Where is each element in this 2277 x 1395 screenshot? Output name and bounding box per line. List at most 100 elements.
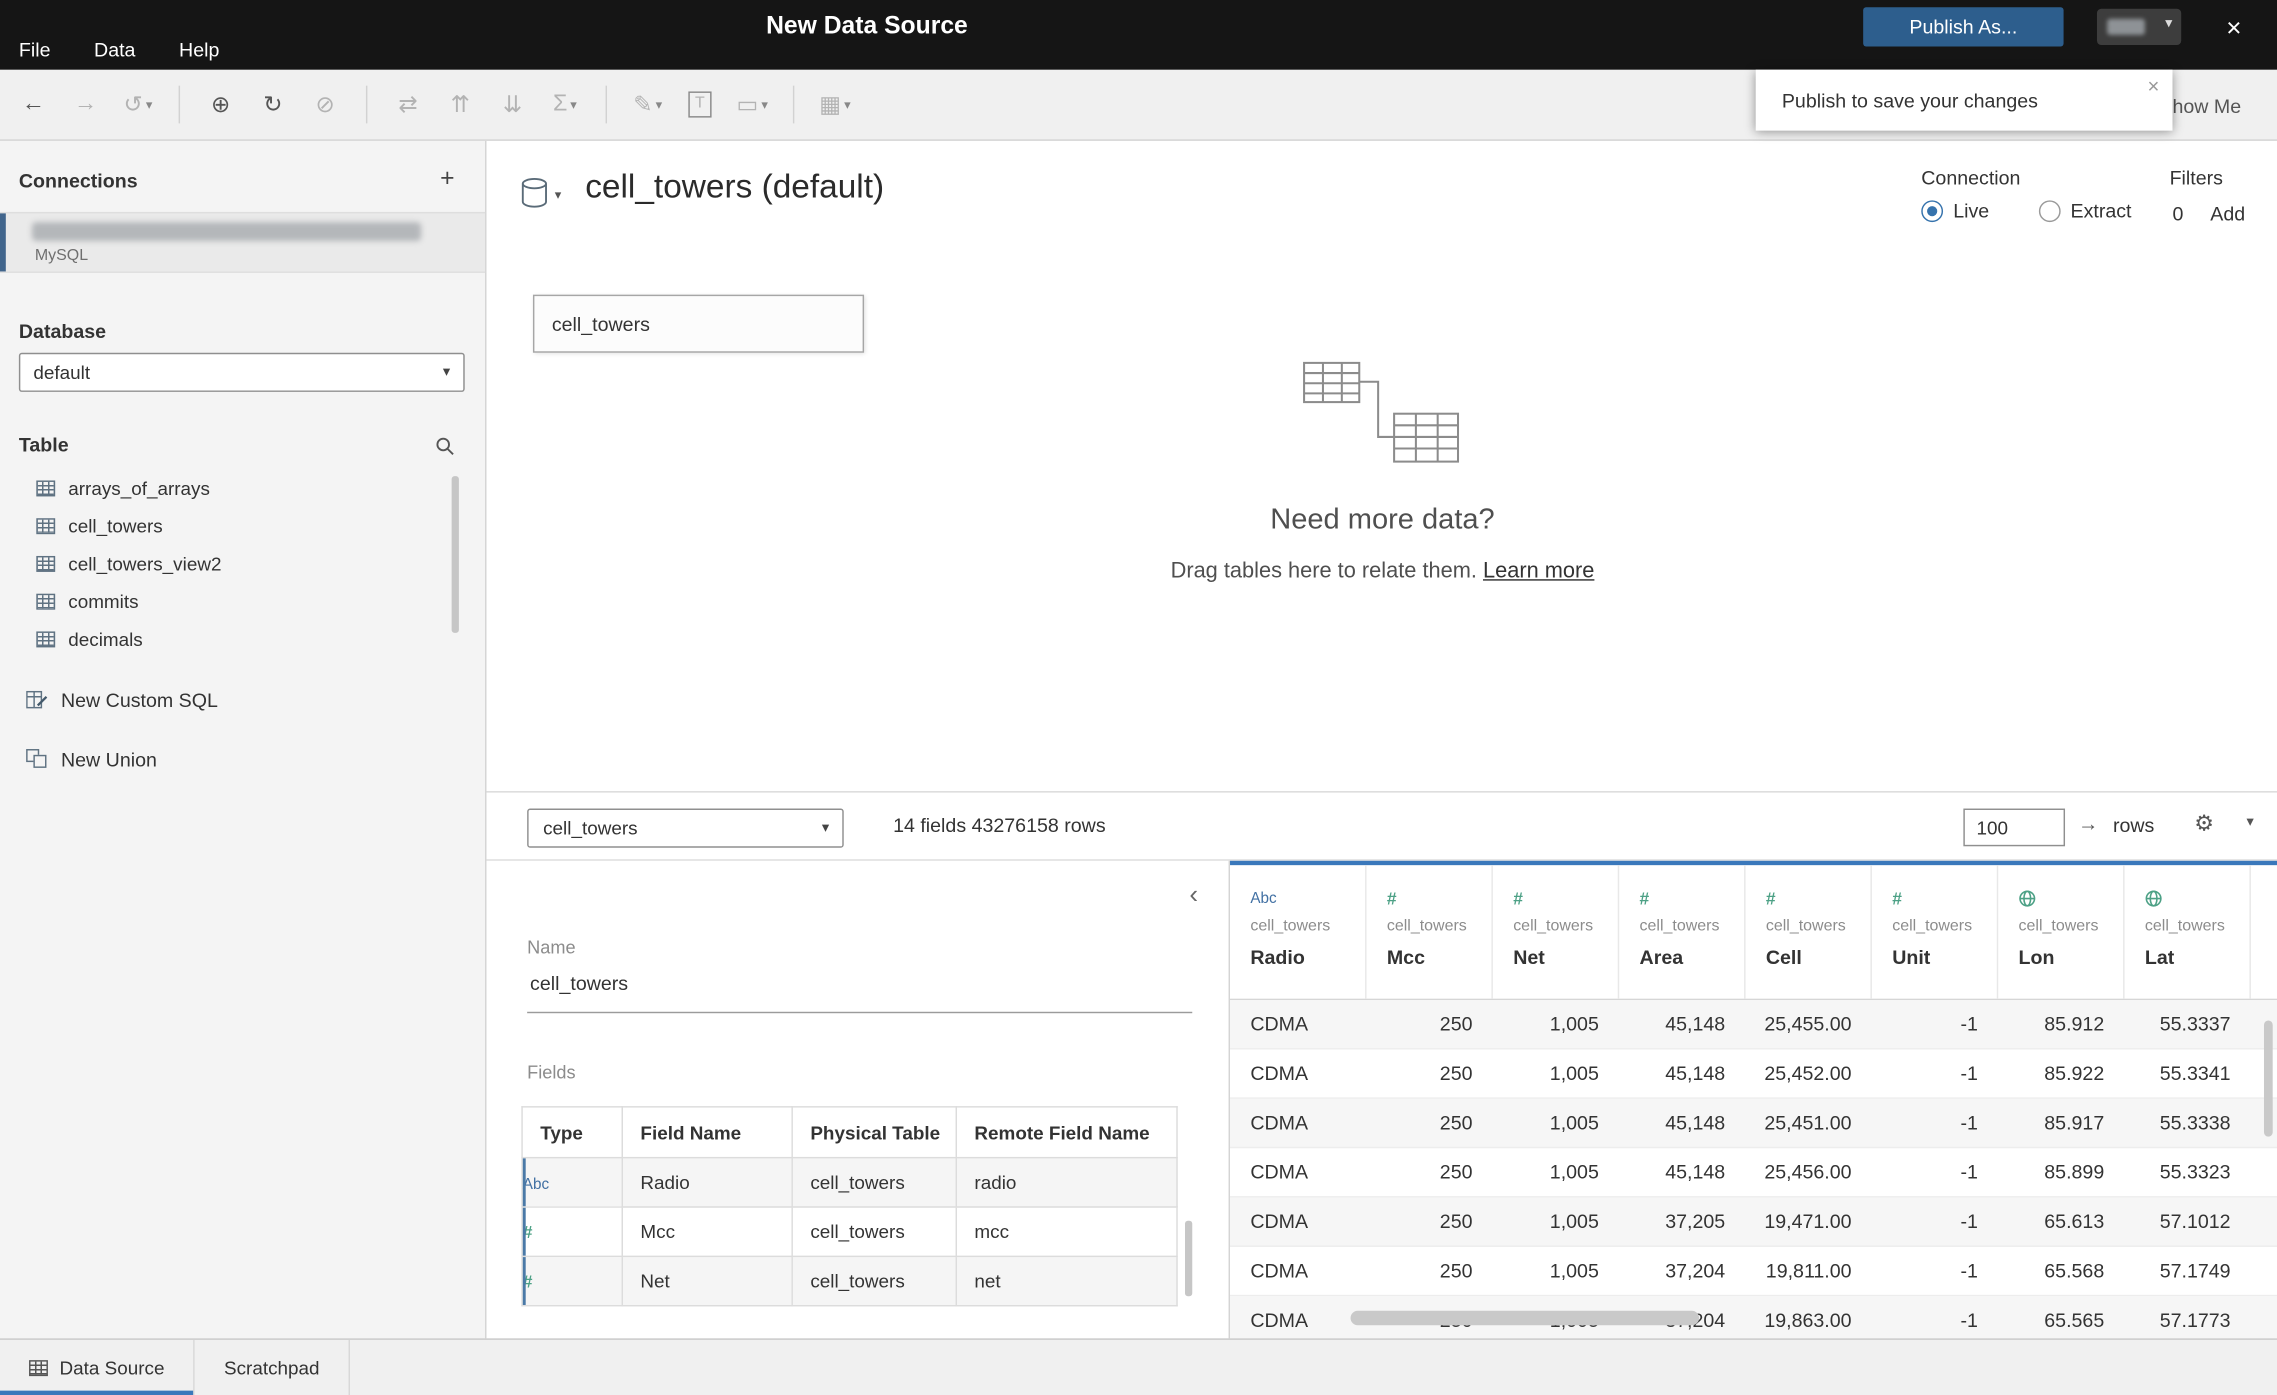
fields-row-net[interactable]: # Net cell_towers net — [521, 1255, 1178, 1307]
tab-data-source[interactable]: Data Source — [0, 1339, 195, 1395]
filters-add-link[interactable]: Add — [2210, 203, 2245, 225]
number-type-icon: # — [522, 1271, 533, 1292]
caret-down-icon: ▾ — [442, 364, 451, 381]
apply-row-limit-icon[interactable]: → — [2078, 811, 2098, 834]
menu-data[interactable]: Data — [94, 39, 135, 61]
row-limit-input[interactable] — [1963, 808, 2066, 847]
search-icon[interactable] — [436, 437, 455, 456]
publish-as-button[interactable]: Publish As... — [1863, 7, 2064, 47]
grid-cell: 1,005 — [1549, 1259, 1599, 1282]
grid-cell: 85.917 — [2044, 1111, 2105, 1134]
database-select[interactable]: default ▾ — [18, 352, 465, 392]
grid-cell: 1,005 — [1549, 1062, 1599, 1085]
gear-icon[interactable]: ⚙ — [2194, 810, 2214, 836]
sort-ascending-icon[interactable]: ⇈ — [439, 81, 483, 127]
new-data-source-icon[interactable]: ⊕ — [199, 81, 243, 127]
replay-icon[interactable]: ↺ ▾ — [116, 81, 160, 127]
grid-column-header-lon[interactable]: cell_towers Lon — [1998, 865, 2125, 999]
menu-file[interactable]: File — [19, 39, 51, 61]
remote-field-cell: net — [955, 1255, 1178, 1307]
grid-column-header-lat[interactable]: cell_towers Lat — [2125, 865, 2251, 999]
grid-cell: 19,811.00 — [1765, 1259, 1852, 1282]
name-value-field[interactable]: cell_towers — [530, 973, 628, 995]
filters-count: 0 — [2172, 203, 2184, 225]
grid-vertical-scrollbar[interactable] — [2263, 1020, 2273, 1137]
caret-down-icon: ▾ — [655, 96, 663, 112]
fields-rows-summary: 14 fields 43276158 rows — [893, 814, 1106, 837]
toolbar-divider — [178, 85, 181, 124]
grid-horizontal-scrollbar[interactable] — [1350, 1310, 1700, 1326]
sidebar-table-item-cell_towers_view2[interactable]: cell_towers_view2 — [0, 544, 485, 582]
sidebar-table-item-commits[interactable]: commits — [0, 582, 485, 620]
grid-column-table-label: cell_towers — [1513, 917, 1594, 935]
grid-column-header-radio[interactable]: Abc cell_towers Radio — [1230, 865, 1367, 999]
app-window: File Data Help New Data Source Publish As.… — [0, 0, 2277, 1395]
preview-toolbar: cell_towers ▾ 14 fields 43276158 rows → … — [486, 791, 2277, 861]
connection-item[interactable]: MySQL — [0, 211, 486, 273]
grid-column-header-cell[interactable]: # cell_towers Cell — [1746, 865, 1872, 999]
close-window-button[interactable]: × — [2226, 15, 2241, 41]
swap-rows-columns-icon[interactable]: ⇄ — [386, 81, 430, 127]
grid-cell: 250 — [1439, 1013, 1473, 1035]
collapse-panel-icon[interactable]: ‹ — [1189, 881, 1198, 907]
undo-icon[interactable]: ← — [12, 81, 56, 127]
table-icon — [36, 479, 56, 496]
datasource-grid-icon — [29, 1359, 48, 1376]
grid-row: CDMA 250 1,005 37,204 19,811.00 -1 65.568 57.17… — [1230, 1247, 2277, 1297]
number-type-icon: # — [522, 1222, 533, 1243]
cancel-update-icon[interactable]: ⊘ — [304, 81, 348, 127]
sidebar-table-item-decimals[interactable]: decimals — [0, 620, 485, 658]
caret-down-icon[interactable]: ▾ — [555, 187, 562, 203]
table-selector-dropdown[interactable]: cell_towers ▾ — [527, 808, 844, 848]
fit-icon[interactable]: ▭ ▾ — [730, 81, 774, 127]
table-selector-value: cell_towers — [543, 817, 638, 840]
learn-more-link[interactable]: Learn more — [1483, 559, 1594, 584]
new-custom-sql-button[interactable]: New Custom SQL — [0, 682, 485, 717]
sheet-tabs: Data Source Scratchpad — [0, 1339, 2277, 1395]
grid-column-header-net[interactable]: # cell_towers Net — [1493, 865, 1620, 999]
sidebar-table-item-cell_towers[interactable]: cell_towers — [0, 507, 485, 545]
rows-label: rows — [2112, 814, 2155, 837]
menu-help[interactable]: Help — [179, 39, 219, 61]
grid-column-header-area[interactable]: # cell_towers Area — [1619, 865, 1746, 999]
extract-radio[interactable]: Extract — [2038, 200, 2132, 223]
table-label: cell_towers — [68, 514, 163, 537]
grid-cell: 19,471.00 — [1764, 1210, 1852, 1233]
show-cards-icon[interactable]: ▦ ▾ — [813, 81, 857, 127]
highlight-icon[interactable]: ✎ ▾ — [626, 81, 670, 127]
sort-descending-icon[interactable]: ⇊ — [491, 81, 535, 127]
new-union-button[interactable]: New Union — [0, 742, 485, 777]
totals-icon[interactable]: Σ ▾ — [543, 81, 587, 127]
table-icon — [36, 517, 56, 534]
account-dropdown[interactable]: ▾ — [2096, 8, 2182, 45]
table-list-scrollbar[interactable] — [451, 476, 459, 633]
connections-sidebar: Connections + MySQL Database default ▾ T… — [0, 140, 487, 1339]
live-radio[interactable]: Live — [1921, 200, 1989, 223]
grid-column-name: Cell — [1765, 946, 1802, 969]
grid-column-header-mcc[interactable]: # cell_towers Mcc — [1367, 865, 1493, 999]
field-name-cell: Radio — [621, 1156, 793, 1208]
add-connection-icon[interactable]: + — [440, 165, 454, 190]
refresh-data-source-icon[interactable]: ↻ — [251, 81, 295, 127]
table-node-cell-towers[interactable]: cell_towers — [532, 294, 865, 353]
sidebar-table-item-arrays_of_arrays[interactable]: arrays_of_arrays — [0, 469, 485, 507]
connection-accent-bar — [0, 213, 6, 272]
relate-tables-illustration — [1303, 361, 1463, 466]
replay-icon-glyph: ↺ — [123, 92, 143, 118]
fields-table-scrollbar[interactable] — [1184, 1220, 1193, 1297]
grid-column-header-unit[interactable]: # cell_towers Unit — [1872, 865, 1999, 999]
text-table-icon[interactable]: T — [678, 81, 722, 127]
grid-cell: -1 — [1960, 1111, 1978, 1134]
tooltip-close-icon[interactable]: × — [2148, 74, 2160, 97]
grid-cell: 65.568 — [2044, 1259, 2105, 1282]
tab-scratchpad[interactable]: Scratchpad — [195, 1339, 351, 1395]
fields-row-radio[interactable]: Abc Radio cell_towers radio — [521, 1156, 1178, 1208]
chevron-down-icon[interactable]: ▾ — [2247, 814, 2254, 830]
table-label: arrays_of_arrays — [68, 476, 210, 499]
grid-cell: 55.3337 — [2159, 1013, 2231, 1035]
table-label: decimals — [68, 627, 143, 650]
fields-row-mcc[interactable]: # Mcc cell_towers mcc — [521, 1206, 1178, 1258]
highlight-icon-glyph: ✎ — [633, 92, 653, 118]
redo-icon[interactable]: → — [64, 81, 108, 127]
grid-cell: 57.1749 — [2159, 1259, 2231, 1282]
